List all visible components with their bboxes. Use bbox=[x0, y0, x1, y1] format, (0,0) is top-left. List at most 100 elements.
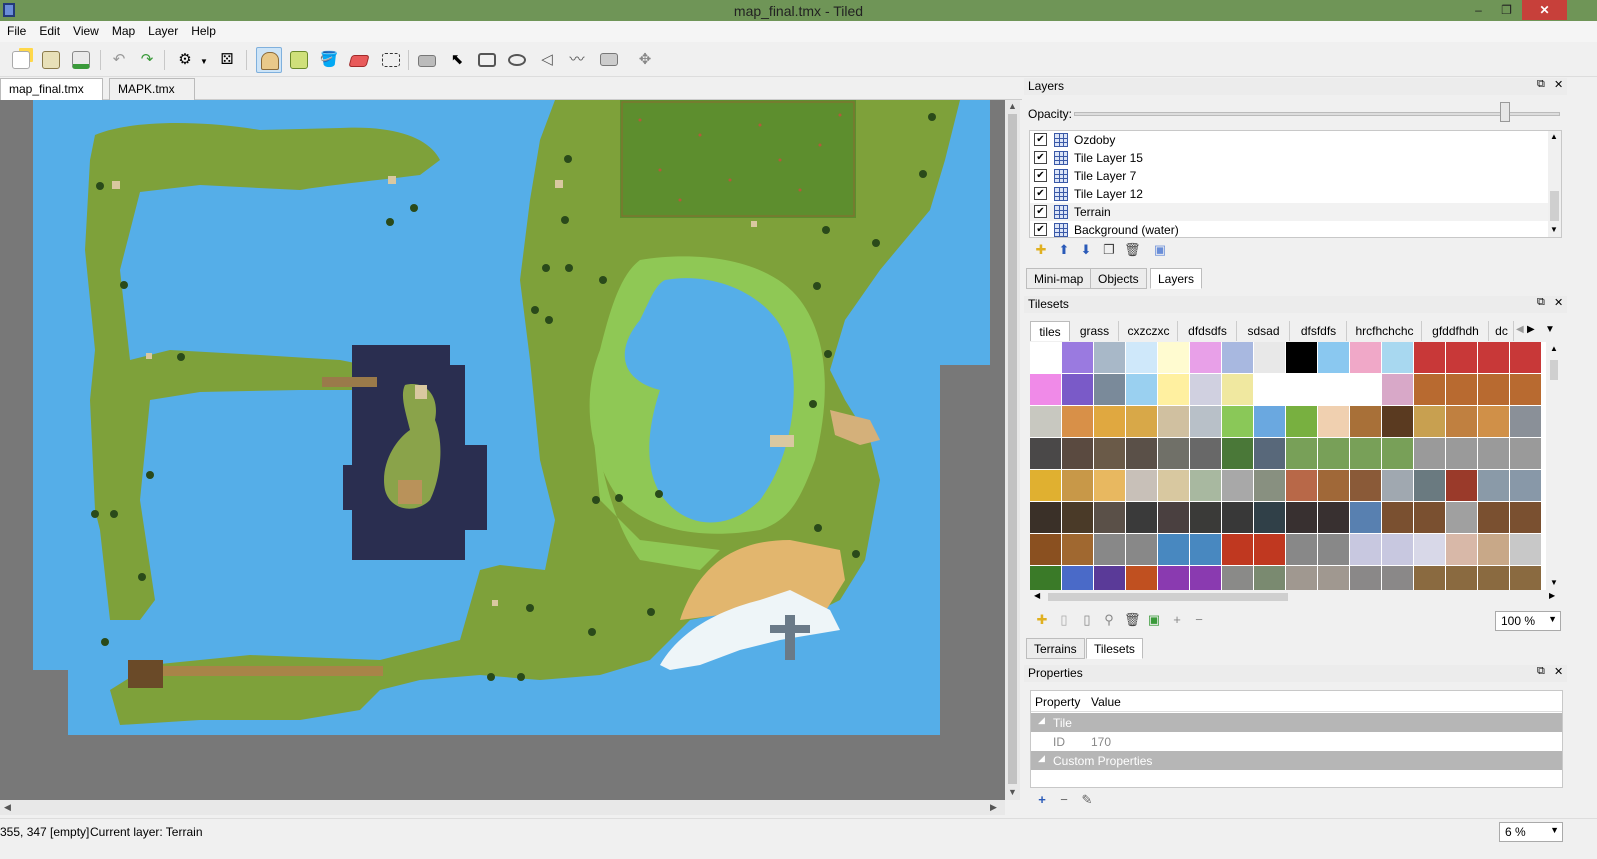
tile-swatch[interactable] bbox=[1510, 470, 1541, 501]
tile-swatch[interactable] bbox=[1382, 374, 1413, 405]
duplicate-layer-icon[interactable]: ❐ bbox=[1101, 242, 1117, 258]
tile-swatch[interactable] bbox=[1094, 438, 1125, 469]
tile-swatch[interactable] bbox=[1158, 502, 1189, 533]
tab-scroll-right-icon[interactable]: ▶ bbox=[1527, 324, 1535, 335]
tile-swatch[interactable] bbox=[1446, 406, 1477, 437]
tile-swatch[interactable] bbox=[1094, 406, 1125, 437]
tile-swatch[interactable] bbox=[1382, 342, 1413, 373]
tile-swatch[interactable] bbox=[1094, 534, 1125, 565]
tile-swatch[interactable] bbox=[1094, 502, 1125, 533]
tileset-properties-icon[interactable]: ⚲ bbox=[1101, 612, 1117, 628]
tileset-tab-sdsad[interactable]: sdsad bbox=[1238, 321, 1290, 341]
tile-swatch[interactable] bbox=[1510, 374, 1541, 405]
tile-swatch[interactable] bbox=[1446, 502, 1477, 533]
tab-terrains[interactable]: Terrains bbox=[1026, 638, 1085, 659]
insert-rectangle-button[interactable] bbox=[474, 47, 500, 73]
tile-swatch[interactable] bbox=[1318, 438, 1349, 469]
tile-swatch[interactable] bbox=[1094, 470, 1125, 501]
tile-swatch[interactable] bbox=[1414, 374, 1445, 405]
tile-swatch[interactable] bbox=[1318, 342, 1349, 373]
tile-swatch[interactable] bbox=[1286, 374, 1317, 405]
tile-swatch[interactable] bbox=[1158, 374, 1189, 405]
stamp-brush-button[interactable] bbox=[256, 47, 282, 73]
tile-swatch[interactable] bbox=[1350, 566, 1381, 590]
tile-swatch[interactable] bbox=[1222, 470, 1253, 501]
visibility-checkbox[interactable]: ✔ bbox=[1034, 151, 1047, 164]
tile-swatch[interactable] bbox=[1222, 438, 1253, 469]
tileset-tab-gfddfhdh[interactable]: gfddfhdh bbox=[1423, 321, 1489, 341]
tile-swatch[interactable] bbox=[1510, 438, 1541, 469]
tileset-tab-dc[interactable]: dc bbox=[1490, 321, 1514, 341]
scroll-up-icon[interactable]: ▲ bbox=[1550, 344, 1558, 353]
tile-swatch[interactable] bbox=[1350, 470, 1381, 501]
commands-button[interactable]: ⚙ ▼ bbox=[172, 47, 208, 73]
add-tiles-icon[interactable]: + bbox=[1169, 612, 1185, 628]
tile-swatch[interactable] bbox=[1254, 470, 1285, 501]
tile-swatch[interactable] bbox=[1478, 534, 1509, 565]
tile-swatch[interactable] bbox=[1062, 470, 1093, 501]
map-zoom-select[interactable]: 6 % ▼ bbox=[1499, 822, 1563, 842]
tile-swatch[interactable] bbox=[1446, 438, 1477, 469]
tile-swatch[interactable] bbox=[1382, 566, 1413, 590]
layer-row-tile-layer-12[interactable]: ✔ Tile Layer 12 bbox=[1030, 185, 1548, 203]
scroll-up-icon[interactable]: ▲ bbox=[1008, 101, 1017, 111]
tile-swatch[interactable] bbox=[1286, 406, 1317, 437]
tile-swatch[interactable] bbox=[1126, 406, 1157, 437]
tile-swatch[interactable] bbox=[1190, 406, 1221, 437]
tileset-tab-dfdsdfs[interactable]: dfdsdfs bbox=[1179, 321, 1237, 341]
tile-swatch[interactable] bbox=[1126, 534, 1157, 565]
random-mode-button[interactable]: ⚄ bbox=[214, 47, 240, 73]
tile-swatch[interactable] bbox=[1254, 406, 1285, 437]
tile-swatch[interactable] bbox=[1126, 566, 1157, 590]
tile-swatch[interactable] bbox=[1382, 502, 1413, 533]
tile-swatch[interactable] bbox=[1382, 470, 1413, 501]
close-dock-icon[interactable]: ✕ bbox=[1554, 665, 1563, 678]
tile-swatch[interactable] bbox=[1126, 342, 1157, 373]
tile-swatch[interactable] bbox=[1318, 502, 1349, 533]
visibility-checkbox[interactable]: ✔ bbox=[1034, 223, 1047, 236]
tile-swatch[interactable] bbox=[1030, 534, 1061, 565]
tileset-tab-dfsfdfs[interactable]: dfsfdfs bbox=[1291, 321, 1347, 341]
insert-polygon-button[interactable]: ◁ bbox=[534, 47, 560, 73]
group-custom-properties[interactable]: ◢ Custom Properties bbox=[1031, 751, 1562, 770]
tile-swatch[interactable] bbox=[1446, 374, 1477, 405]
tile-swatch[interactable] bbox=[1222, 566, 1253, 590]
tab-mapk[interactable]: MAPK.tmx✕ bbox=[109, 78, 195, 113]
insert-ellipse-button[interactable] bbox=[504, 47, 530, 73]
opacity-slider-handle[interactable] bbox=[1500, 102, 1510, 122]
tile-swatch[interactable] bbox=[1030, 566, 1061, 590]
rectangular-select-button[interactable] bbox=[378, 47, 404, 73]
tab-tilesets[interactable]: Tilesets bbox=[1086, 638, 1143, 659]
restore-button[interactable]: ❐ bbox=[1493, 0, 1520, 20]
terrain-brush-button[interactable] bbox=[286, 47, 312, 73]
tileset-zoom-select[interactable]: 100 % ▼ bbox=[1495, 611, 1561, 631]
group-tile[interactable]: ◢ Tile bbox=[1031, 713, 1562, 732]
edit-polygons-button[interactable]: ✥ bbox=[632, 47, 658, 73]
tileset-view[interactable] bbox=[1030, 342, 1546, 590]
collapse-icon[interactable]: ◢ bbox=[1038, 753, 1045, 764]
menu-edit[interactable]: Edit bbox=[33, 21, 66, 38]
scroll-down-icon[interactable]: ▼ bbox=[1550, 578, 1558, 587]
tile-swatch[interactable] bbox=[1382, 438, 1413, 469]
eraser-button[interactable] bbox=[346, 47, 372, 73]
tile-swatch[interactable] bbox=[1478, 470, 1509, 501]
tab-layers[interactable]: Layers bbox=[1150, 268, 1203, 289]
tile-swatch[interactable] bbox=[1030, 438, 1061, 469]
undo-button[interactable]: ↶ bbox=[106, 47, 132, 73]
tile-swatch[interactable] bbox=[1254, 566, 1285, 590]
add-property-icon[interactable]: + bbox=[1034, 792, 1050, 808]
tile-swatch[interactable] bbox=[1350, 438, 1381, 469]
float-icon[interactable]: ⧉ bbox=[1537, 78, 1545, 91]
new-tileset-icon[interactable]: ✚ bbox=[1034, 612, 1050, 628]
tile-swatch[interactable] bbox=[1414, 566, 1445, 590]
remove-tileset-icon[interactable]: 🗑 bbox=[1124, 612, 1141, 628]
tile-swatch[interactable] bbox=[1254, 534, 1285, 565]
tile-swatch[interactable] bbox=[1318, 374, 1349, 405]
tile-swatch[interactable] bbox=[1222, 502, 1253, 533]
tile-swatch[interactable] bbox=[1062, 342, 1093, 373]
tileset-horizontal-scrollbar[interactable]: ◀ ▶ bbox=[1030, 590, 1561, 604]
tile-swatch[interactable] bbox=[1094, 566, 1125, 590]
rename-property-icon[interactable]: ✎ bbox=[1079, 792, 1095, 808]
map-render[interactable] bbox=[0, 100, 1005, 800]
tab-scroll-left-icon[interactable]: ◀ bbox=[1516, 324, 1524, 335]
